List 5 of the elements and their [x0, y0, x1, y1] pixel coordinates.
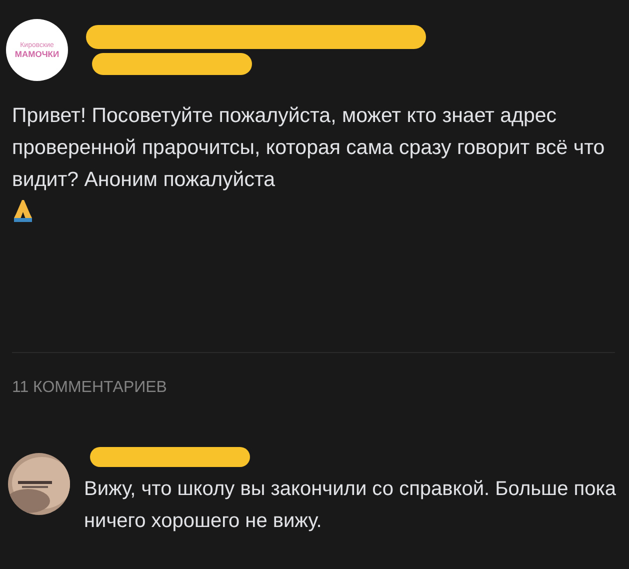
logo-text: МАМОЧКИ: [14, 50, 60, 58]
comment-text: Вижу, что школу вы закончили со справкой. Больше пока ничего хорошего не вижу.: [84, 477, 618, 534]
post-text: Привет! Посоветуйте пожалуйста, может кто знает адрес проверенной прарочитсы, которая сама сразу говорит всё что видит? Аноним пожалуйста: [12, 103, 606, 193]
comments-count: 11 КОММЕНТАРИЕВ: [12, 379, 168, 397]
praying-hands-icon: [12, 198, 34, 222]
